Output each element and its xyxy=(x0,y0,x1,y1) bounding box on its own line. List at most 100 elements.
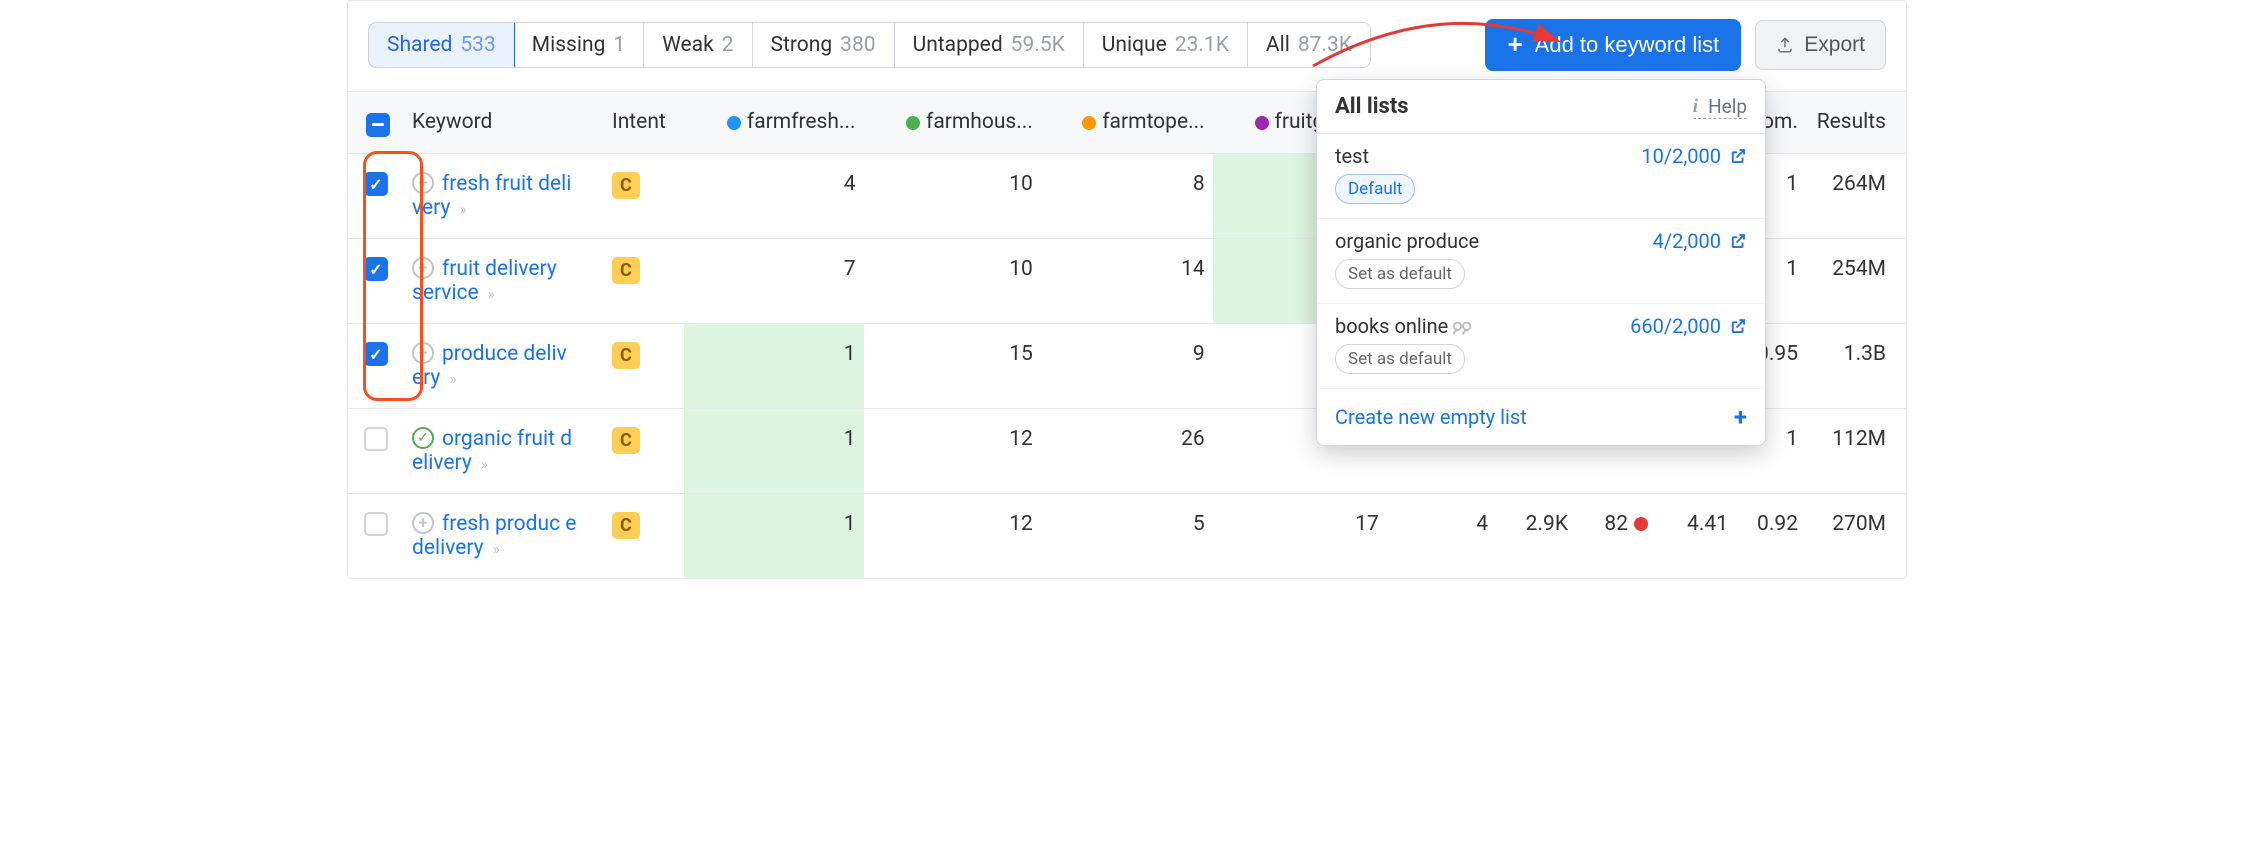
add-keyword-icon[interactable] xyxy=(412,172,434,194)
metric-cell: 15 xyxy=(864,323,1041,408)
tab-label: All xyxy=(1266,33,1290,57)
chevron-icon: ›› xyxy=(450,370,455,388)
metric-cell: 1 xyxy=(684,408,864,493)
metric-cell: 1 xyxy=(684,493,864,578)
tab-label: Unique xyxy=(1102,33,1167,57)
metric-cell: 4.41 xyxy=(1656,493,1736,578)
tab-count: 2 xyxy=(722,33,734,57)
tab-missing[interactable]: Missing 1 xyxy=(514,23,644,67)
row-checkbox[interactable] xyxy=(364,512,388,536)
metric-cell: 4 xyxy=(684,153,864,238)
info-icon xyxy=(1693,94,1702,118)
list-name: books online xyxy=(1335,314,1474,338)
keyword-link[interactable]: fresh fruit deli very xyxy=(412,172,571,220)
default-badge: Default xyxy=(1335,174,1415,204)
col-farmhous[interactable]: farmhous... xyxy=(864,92,1041,153)
export-button[interactable]: Export xyxy=(1755,20,1886,70)
metric-cell: 17 xyxy=(1213,493,1387,578)
intent-badge: C xyxy=(612,427,640,454)
metric-cell: 5 xyxy=(1041,493,1213,578)
list-count[interactable]: 4/2,000 xyxy=(1653,229,1747,253)
metric-cell: 26 xyxy=(1041,408,1213,493)
tab-count: 59.5K xyxy=(1011,33,1065,57)
tab-weak[interactable]: Weak 2 xyxy=(644,23,752,67)
shared-icon xyxy=(1452,320,1474,336)
chevron-icon: ›› xyxy=(493,540,498,558)
keyword-link[interactable]: fruit delivery service xyxy=(412,257,557,305)
external-link-icon xyxy=(1729,147,1747,165)
tab-label: Untapped xyxy=(913,33,1003,57)
metric-cell: 7 xyxy=(684,238,864,323)
tab-label: Weak xyxy=(662,33,714,57)
metric-cell: 9 xyxy=(1041,323,1213,408)
tab-unique[interactable]: Unique 23.1K xyxy=(1084,23,1248,67)
intent-badge: C xyxy=(612,172,640,199)
list-item[interactable]: books online 660/2,000 Set as default xyxy=(1317,304,1765,389)
tab-shared[interactable]: Shared 533 xyxy=(368,22,515,68)
export-icon xyxy=(1776,36,1794,54)
external-link-icon xyxy=(1729,317,1747,335)
tab-count: 1 xyxy=(613,33,625,57)
tab-count: 380 xyxy=(840,33,875,57)
select-all-checkbox[interactable] xyxy=(366,113,390,137)
set-default-button[interactable]: Set as default xyxy=(1335,259,1465,289)
list-count[interactable]: 660/2,000 xyxy=(1630,314,1747,338)
metric-cell: 4 xyxy=(1387,493,1496,578)
list-count[interactable]: 10/2,000 xyxy=(1641,144,1747,168)
chevron-icon: ›› xyxy=(460,200,465,218)
keyword-lists-popover: All lists Help test 10/2,000 Default organ… xyxy=(1316,79,1766,446)
list-item[interactable]: test 10/2,000 Default xyxy=(1317,134,1765,219)
results-cell: 254M xyxy=(1806,238,1906,323)
table-row: fresh produc e delivery ››C11251742.9K82… xyxy=(348,493,1906,578)
plus-icon[interactable]: + xyxy=(1734,403,1747,431)
keyword-link[interactable]: organic fruit d elivery xyxy=(412,427,572,475)
row-checkbox[interactable] xyxy=(364,427,388,451)
check-icon[interactable] xyxy=(412,427,434,449)
tab-untapped[interactable]: Untapped 59.5K xyxy=(895,23,1084,67)
plus-icon xyxy=(1507,31,1522,59)
add-keyword-icon[interactable] xyxy=(412,257,434,279)
set-default-button[interactable]: Set as default xyxy=(1335,344,1465,374)
add-keyword-icon[interactable] xyxy=(412,512,434,534)
chevron-icon: ›› xyxy=(481,455,486,473)
create-list-link[interactable]: Create new empty list xyxy=(1335,405,1527,429)
keyword-link[interactable]: produce deliv ery xyxy=(412,342,567,390)
list-name: test xyxy=(1335,144,1369,168)
help-link[interactable]: Help xyxy=(1693,94,1747,119)
tab-count: 87.3K xyxy=(1298,33,1352,57)
metric-cell: 8 xyxy=(1041,153,1213,238)
col-keyword[interactable]: Keyword xyxy=(404,92,604,153)
col-intent[interactable]: Intent xyxy=(604,92,684,153)
external-link-icon xyxy=(1729,232,1747,250)
metric-cell: 12 xyxy=(864,493,1041,578)
metric-cell: 10 xyxy=(864,238,1041,323)
tab-label: Strong xyxy=(771,33,833,57)
tab-all[interactable]: All 87.3K xyxy=(1248,23,1370,67)
col-farmfresh[interactable]: farmfresh... xyxy=(684,92,864,153)
filter-tabs: Shared 533Missing 1Weak 2Strong 380Untap… xyxy=(368,22,1371,68)
add-to-keyword-list-button[interactable]: Add to keyword list xyxy=(1485,19,1741,71)
add-keyword-icon[interactable] xyxy=(412,342,434,364)
row-checkbox[interactable] xyxy=(364,172,388,196)
results-cell: 112M xyxy=(1806,408,1906,493)
tab-label: Missing xyxy=(532,33,606,57)
col-results[interactable]: Results xyxy=(1806,92,1906,153)
list-name: organic produce xyxy=(1335,229,1479,253)
col-farmtope[interactable]: farmtope... xyxy=(1041,92,1213,153)
metric-cell: 1 xyxy=(684,323,864,408)
results-cell: 1.3B xyxy=(1806,323,1906,408)
metric-cell: 0.92 xyxy=(1736,493,1806,578)
list-item[interactable]: organic produce 4/2,000 Set as default xyxy=(1317,219,1765,304)
intent-badge: C xyxy=(612,257,640,284)
metric-cell: 14 xyxy=(1041,238,1213,323)
chevron-icon: ›› xyxy=(488,285,493,303)
tab-count: 533 xyxy=(460,33,495,57)
export-label: Export xyxy=(1804,33,1865,57)
row-checkbox[interactable] xyxy=(364,342,388,366)
intent-badge: C xyxy=(612,512,640,539)
tab-strong[interactable]: Strong 380 xyxy=(753,23,895,67)
row-checkbox[interactable] xyxy=(364,257,388,281)
metric-cell: 82 xyxy=(1576,493,1656,578)
popover-title: All lists xyxy=(1335,94,1409,119)
add-button-label: Add to keyword list xyxy=(1535,32,1720,58)
